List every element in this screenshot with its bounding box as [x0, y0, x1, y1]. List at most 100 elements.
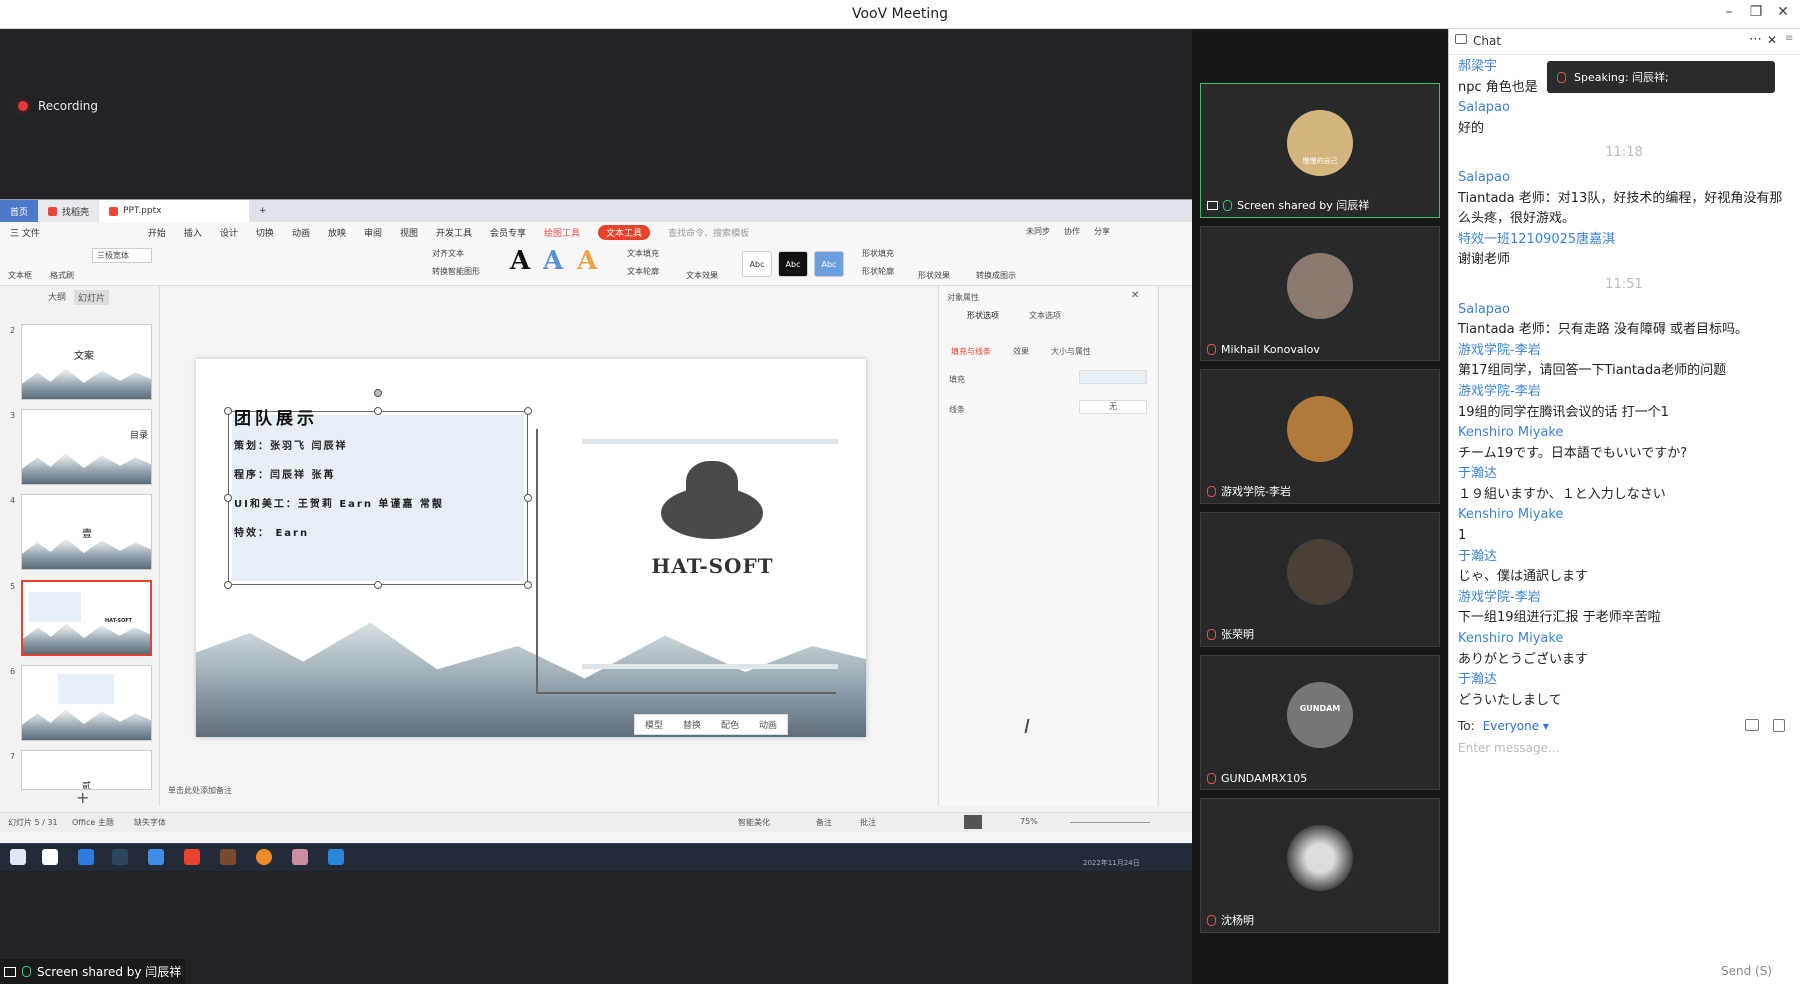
text-outline-button[interactable]: 文本轮廓: [627, 266, 659, 277]
resize-handle[interactable]: [374, 407, 382, 415]
menu-slideshow[interactable]: 放映: [328, 226, 346, 239]
menu-start[interactable]: 开始: [148, 226, 166, 239]
message-input[interactable]: Enter message...: [1458, 741, 1559, 755]
tab-home[interactable]: 首页: [0, 200, 39, 222]
tab-fill-line[interactable]: 填充与线条: [951, 346, 991, 357]
close-panel-icon[interactable]: ✕: [1131, 290, 1139, 301]
resize-handle[interactable]: [524, 407, 532, 415]
shape-effect-button[interactable]: 形状效果: [918, 270, 950, 281]
wps-icon[interactable]: [184, 849, 200, 865]
resize-handle[interactable]: [524, 494, 532, 502]
restore-button[interactable]: ❐: [1745, 4, 1767, 20]
menu-review[interactable]: 审阅: [364, 226, 382, 239]
tab-effects[interactable]: 效果: [1013, 346, 1029, 357]
rotate-handle[interactable]: [374, 389, 382, 397]
comments-button[interactable]: 批注: [860, 817, 876, 828]
convert-smartart-button[interactable]: 转换智能图形: [432, 266, 480, 277]
clipboard-icon[interactable]: [1773, 719, 1785, 732]
menu-search[interactable]: 查找命令、搜索模板: [668, 226, 749, 239]
close-button[interactable]: ✕: [1772, 4, 1794, 20]
shape-style-1[interactable]: Abc: [742, 251, 772, 277]
send-button[interactable]: Send (S): [1721, 964, 1772, 978]
menu-drawing-tools[interactable]: 绘图工具: [544, 226, 580, 239]
menu-file[interactable]: 三 文件: [10, 226, 40, 239]
text-effect-button[interactable]: 文本效果: [686, 270, 718, 281]
shape-outline-button[interactable]: 形状轮廓: [862, 266, 894, 277]
resize-handle[interactable]: [224, 494, 232, 502]
firefox-icon[interactable]: [256, 849, 272, 865]
menu-insert[interactable]: 插入: [184, 226, 202, 239]
shape-style-2[interactable]: Abc: [778, 251, 808, 277]
shape-fill-button[interactable]: 形状填充: [862, 248, 894, 259]
close-chat-icon[interactable]: ✕: [1767, 33, 1777, 47]
participant-tile[interactable]: 张荣明: [1200, 512, 1440, 647]
resize-handle[interactable]: [224, 407, 232, 415]
menu-transition[interactable]: 切换: [256, 226, 274, 239]
format-brush-button[interactable]: 格式刷: [50, 270, 74, 281]
menu-animation[interactable]: 动画: [292, 226, 310, 239]
participant-tile[interactable]: 沈杨明: [1200, 798, 1440, 933]
tab-pptx[interactable]: PPT.pptx: [99, 200, 250, 222]
slide-thumbnail[interactable]: 文案: [21, 324, 152, 400]
zoom-slider[interactable]: [1070, 822, 1150, 823]
slide-thumbnail[interactable]: 贰: [21, 750, 152, 790]
collab-button[interactable]: 协作: [1064, 226, 1080, 237]
text-style-blue[interactable]: A: [543, 246, 563, 276]
play-slideshow-button[interactable]: [964, 815, 982, 829]
menu-design[interactable]: 设计: [220, 226, 238, 239]
add-slide-button[interactable]: +: [76, 788, 89, 807]
tab-shape-options[interactable]: 形状选项: [967, 310, 999, 321]
steam-icon[interactable]: [112, 849, 128, 865]
app-icon[interactable]: [292, 849, 308, 865]
line-section[interactable]: 线条: [949, 404, 965, 415]
sync-button[interactable]: 未同步: [1026, 226, 1050, 237]
app-icon[interactable]: [148, 849, 164, 865]
fill-section[interactable]: 填充: [949, 374, 965, 385]
participant-tile[interactable]: 游戏学院-李岩: [1200, 369, 1440, 504]
missing-font[interactable]: 缺失字体: [134, 817, 166, 828]
participant-tile[interactable]: Mikhail Konovalov: [1200, 226, 1440, 361]
font-select[interactable]: 三极宽体: [92, 248, 152, 263]
slide-thumbnail[interactable]: 壹: [21, 494, 152, 570]
tab-docer[interactable]: 找稻壳: [38, 200, 100, 222]
add-notes[interactable]: 单击此处添加备注: [168, 785, 232, 796]
more-options-icon[interactable]: ⋯: [1749, 32, 1762, 47]
app-icon[interactable]: [78, 849, 94, 865]
align-text-button[interactable]: 对齐文本: [432, 248, 464, 259]
vscode-icon[interactable]: [328, 849, 344, 865]
notes-button[interactable]: 备注: [816, 817, 832, 828]
app-icon[interactable]: [220, 849, 236, 865]
float-animation[interactable]: 动画: [759, 718, 777, 731]
recipient-select[interactable]: Everyone ▾: [1483, 719, 1549, 733]
file-icon[interactable]: [1745, 719, 1759, 731]
resize-handle[interactable]: [224, 581, 232, 589]
slide-thumbnail[interactable]: 目录: [21, 409, 152, 485]
slide-thumbnail-selected[interactable]: HAT-SOFT: [21, 580, 152, 656]
typora-icon[interactable]: [42, 849, 58, 865]
participant-tile[interactable]: GUNDAM GUNDAMRX105: [1200, 655, 1440, 790]
fill-select[interactable]: [1079, 370, 1147, 384]
slide-thumbnail[interactable]: [21, 665, 152, 741]
text-style-black[interactable]: A: [510, 246, 530, 276]
shape-style-3[interactable]: Abc: [814, 251, 844, 277]
start-icon[interactable]: [10, 849, 26, 865]
float-replace[interactable]: 替换: [683, 718, 701, 731]
textbox-button[interactable]: 文本框: [8, 270, 32, 281]
tab-outline[interactable]: 大纲: [48, 290, 66, 305]
line-select[interactable]: 无: [1079, 400, 1147, 414]
participant-tile[interactable]: 慢慢的自己 Screen shared by 闫辰祥: [1200, 83, 1440, 218]
resize-handle[interactable]: [524, 581, 532, 589]
text-fill-button[interactable]: 文本填充: [627, 248, 659, 259]
new-tab-button[interactable]: +: [249, 200, 277, 222]
resize-handle[interactable]: [374, 581, 382, 589]
float-model[interactable]: 模型: [645, 718, 663, 731]
share-button[interactable]: 分享: [1094, 226, 1110, 237]
convert-shape-button[interactable]: 转换成图示: [976, 270, 1016, 281]
float-color[interactable]: 配色: [721, 718, 739, 731]
tab-text-options[interactable]: 文本选项: [1029, 310, 1061, 321]
smart-beautify-button[interactable]: 智能美化: [738, 817, 770, 828]
minimize-button[interactable]: –: [1718, 4, 1740, 20]
menu-view[interactable]: 视图: [400, 226, 418, 239]
text-style-orange[interactable]: A: [577, 246, 597, 276]
menu-developer[interactable]: 开发工具: [436, 226, 472, 239]
